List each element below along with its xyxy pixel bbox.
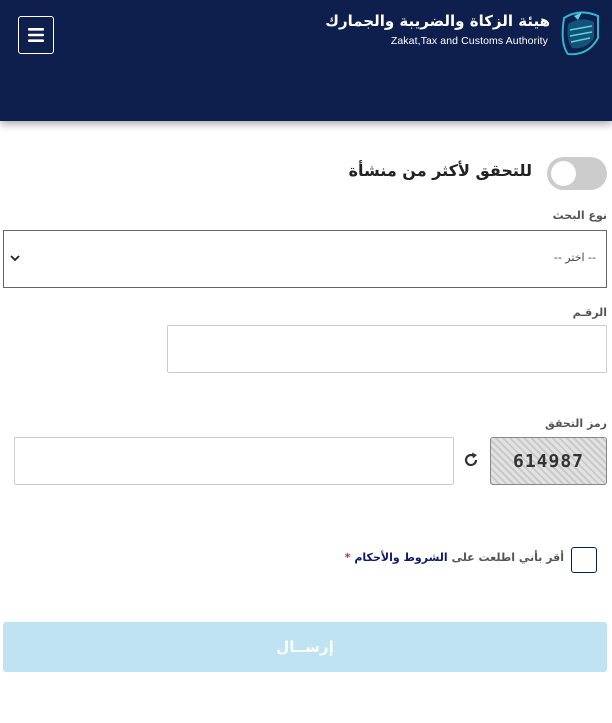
captcha-code: 614987 xyxy=(512,451,585,472)
terms-checkbox[interactable] xyxy=(571,547,597,573)
submit-button[interactable]: إرســال xyxy=(3,622,607,672)
menu-button[interactable] xyxy=(18,16,54,54)
multi-entity-toggle-label: للتحقق لأكثر من منشأة xyxy=(348,161,532,180)
submit-button-label: إرســال xyxy=(276,638,334,656)
captcha-input[interactable] xyxy=(14,437,454,485)
hamburger-icon xyxy=(28,28,44,42)
required-asterisk: * xyxy=(344,551,351,564)
captcha-image: 614987 xyxy=(490,437,607,485)
org-name-english: Zakat,Tax and Customs Authority xyxy=(390,35,548,47)
zatca-logo-icon xyxy=(561,11,599,56)
number-input[interactable] xyxy=(167,325,607,373)
toggle-knob xyxy=(551,161,576,186)
terms-text: أقر بأني اطلعت على الشروط والأحكام * xyxy=(345,551,564,564)
top-header: هيئة الزكاة والضريبة والجمارك Zakat,Tax … xyxy=(0,0,612,121)
org-name-arabic: هيئة الزكاة والضريبة والجمارك xyxy=(325,12,550,30)
multi-entity-toggle[interactable] xyxy=(547,157,607,190)
search-type-selected-value: -- اختر -- xyxy=(553,251,596,264)
number-label: الرقـم xyxy=(572,306,607,319)
terms-link[interactable]: الشروط والأحكام xyxy=(354,551,447,564)
search-type-select[interactable]: -- اختر -- xyxy=(3,230,607,288)
terms-prefix: أقر بأني اطلعت على xyxy=(451,551,564,564)
captcha-label: رمز التحقق xyxy=(545,417,607,430)
search-type-label: نوع البحث xyxy=(552,209,607,222)
chevron-down-icon xyxy=(10,255,20,262)
refresh-icon[interactable] xyxy=(462,451,480,469)
